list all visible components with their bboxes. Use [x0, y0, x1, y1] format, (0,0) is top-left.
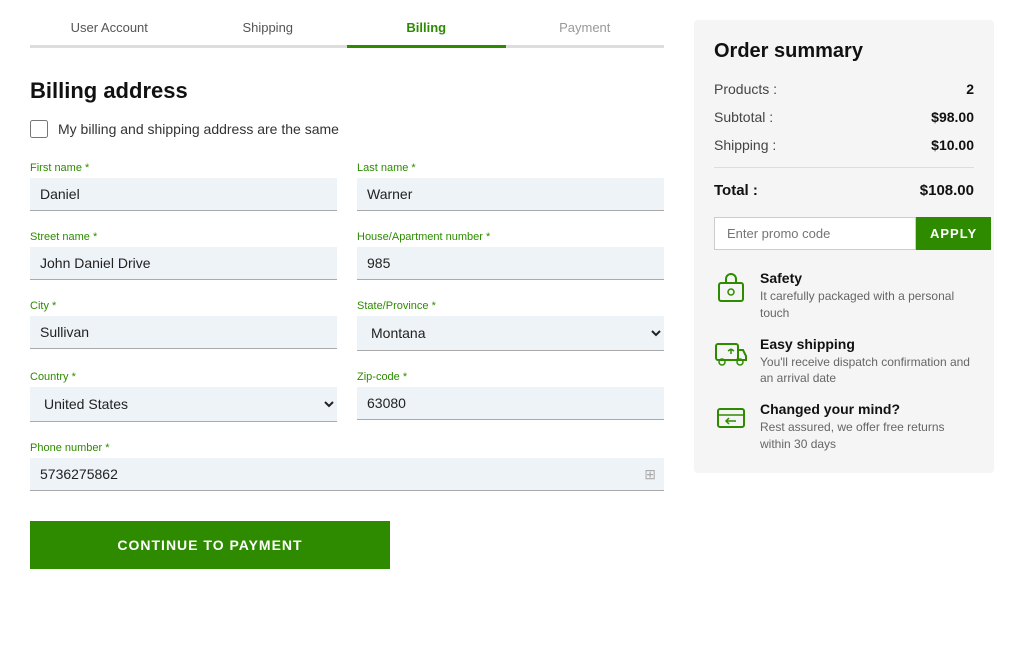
- billing-title: Billing address: [30, 78, 664, 104]
- feature-shipping: Easy shipping You'll receive dispatch co…: [714, 336, 974, 388]
- zip-group: Zip-code *: [357, 371, 664, 422]
- zip-label: Zip-code *: [357, 371, 664, 383]
- street-group: Street name *: [30, 231, 337, 280]
- promo-input[interactable]: [714, 217, 916, 250]
- feature-returns: Changed your mind? Rest assured, we offe…: [714, 401, 974, 453]
- total-label: Total :: [714, 182, 758, 199]
- safety-icon: [714, 270, 748, 304]
- last-name-input[interactable]: [357, 178, 664, 211]
- same-address-checkbox[interactable]: [30, 120, 48, 138]
- easy-shipping-icon: [714, 336, 748, 370]
- state-group: State/Province * Montana California Texa…: [357, 300, 664, 351]
- step-shipping[interactable]: Shipping: [189, 20, 348, 45]
- total-row: Total : $108.00: [714, 182, 974, 199]
- step-billing[interactable]: Billing: [347, 20, 506, 45]
- first-name-input[interactable]: [30, 178, 337, 211]
- last-name-group: Last name *: [357, 162, 664, 211]
- feature-list: Safety It carefully packaged with a pers…: [714, 270, 974, 453]
- shipping-row: Shipping : $10.00: [714, 137, 974, 153]
- returns-title: Changed your mind?: [760, 401, 974, 417]
- order-summary-box: Order summary Products : 2 Subtotal : $9…: [694, 20, 994, 473]
- returns-icon: [714, 401, 748, 435]
- main-content: User Account Shipping Billing Payment Bi…: [30, 20, 664, 569]
- products-label: Products :: [714, 81, 777, 97]
- same-address-row: My billing and shipping address are the …: [30, 120, 664, 138]
- phone-label: Phone number *: [30, 442, 664, 454]
- house-group: House/Apartment number *: [357, 231, 664, 280]
- sidebar: Order summary Products : 2 Subtotal : $9…: [694, 20, 994, 569]
- phone-input[interactable]: [30, 458, 664, 491]
- products-value: 2: [966, 81, 974, 97]
- city-label: City *: [30, 300, 337, 312]
- house-label: House/Apartment number *: [357, 231, 664, 243]
- returns-text: Changed your mind? Rest assured, we offe…: [760, 401, 974, 453]
- easy-shipping-text: Easy shipping You'll receive dispatch co…: [760, 336, 974, 388]
- house-input[interactable]: [357, 247, 664, 280]
- safety-text: Safety It carefully packaged with a pers…: [760, 270, 974, 322]
- easy-shipping-title: Easy shipping: [760, 336, 974, 352]
- subtotal-row: Subtotal : $98.00: [714, 109, 974, 125]
- city-input[interactable]: [30, 316, 337, 349]
- products-row: Products : 2: [714, 81, 974, 97]
- shipping-label: Shipping :: [714, 137, 776, 153]
- shipping-value: $10.00: [931, 137, 974, 153]
- phone-icon: ⊞: [644, 466, 656, 483]
- continue-payment-button[interactable]: CONTINUE TO PAYMENT: [30, 521, 390, 569]
- safety-title: Safety: [760, 270, 974, 286]
- step-payment[interactable]: Payment: [506, 20, 665, 45]
- state-label: State/Province *: [357, 300, 664, 312]
- summary-divider: [714, 167, 974, 168]
- phone-group: Phone number * ⊞: [30, 442, 664, 491]
- street-input[interactable]: [30, 247, 337, 280]
- order-summary-title: Order summary: [714, 40, 974, 63]
- zip-input[interactable]: [357, 387, 664, 420]
- easy-shipping-desc: You'll receive dispatch confirmation and…: [760, 354, 974, 388]
- promo-apply-button[interactable]: APPLY: [916, 217, 991, 250]
- country-select[interactable]: United States Canada United Kingdom: [30, 387, 337, 422]
- country-group: Country * United States Canada United Ki…: [30, 371, 337, 422]
- city-group: City *: [30, 300, 337, 351]
- country-label: Country *: [30, 371, 337, 383]
- street-label: Street name *: [30, 231, 337, 243]
- safety-desc: It carefully packaged with a personal to…: [760, 288, 974, 322]
- step-user-account[interactable]: User Account: [30, 20, 189, 45]
- returns-desc: Rest assured, we offer free returns with…: [760, 419, 974, 453]
- steps-nav: User Account Shipping Billing Payment: [30, 20, 664, 48]
- billing-form: First name * Last name * Street name * H…: [30, 162, 664, 491]
- feature-safety: Safety It carefully packaged with a pers…: [714, 270, 974, 322]
- last-name-label: Last name *: [357, 162, 664, 174]
- state-select[interactable]: Montana California Texas New York: [357, 316, 664, 351]
- page-wrapper: User Account Shipping Billing Payment Bi…: [0, 0, 1024, 589]
- phone-wrapper: ⊞: [30, 458, 664, 491]
- promo-row: APPLY: [714, 217, 974, 250]
- total-value: $108.00: [920, 182, 974, 199]
- first-name-group: First name *: [30, 162, 337, 211]
- subtotal-label: Subtotal :: [714, 109, 773, 125]
- subtotal-value: $98.00: [931, 109, 974, 125]
- first-name-label: First name *: [30, 162, 337, 174]
- same-address-label[interactable]: My billing and shipping address are the …: [58, 121, 339, 137]
